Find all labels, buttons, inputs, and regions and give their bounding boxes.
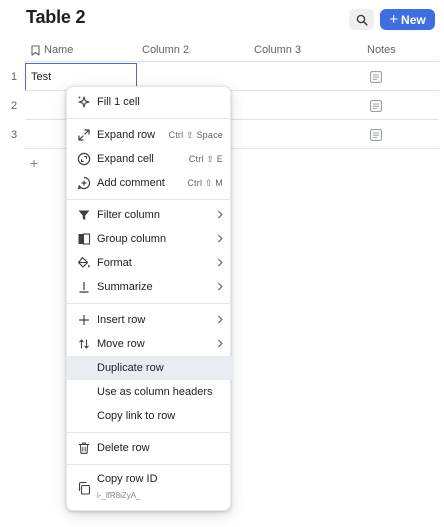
menu-item-group-column[interactable]: Group column [67,227,232,251]
menu-item-label: Fill 1 cell [97,96,140,108]
menu-item-use-as-column-headers[interactable]: Use as column headers [67,380,232,404]
chevron-right-icon [218,234,223,243]
menu-item-move-row[interactable]: Move row [67,332,232,356]
move-arrows-icon [77,337,91,351]
column-header-notes[interactable]: Notes [367,38,396,62]
menu-item-shortcut: Ctrl ⇧ M [187,177,223,188]
menu-item-label: Summarize [97,281,153,293]
chevron-right-icon [218,282,223,291]
menu-item-summarize[interactable]: Summarize [67,275,232,299]
menu-item-label: Use as column headers [97,386,213,398]
expand-arrows-icon [77,128,91,142]
notes-doc-icon[interactable] [370,100,382,112]
plus-icon: + [389,11,399,28]
menu-item-expand-cell[interactable]: Expand cell Ctrl ⇧ E [67,147,232,171]
row-number: 1 [11,71,18,83]
add-row-button[interactable]: + [30,155,38,171]
new-button[interactable]: + New [380,9,435,30]
menu-item-duplicate-row[interactable]: Duplicate row [67,356,232,380]
menu-item-label: Copy link to row [97,410,176,422]
search-icon [356,14,368,26]
summarize-icon [77,280,91,294]
menu-item-label: Expand row [97,129,156,141]
menu-item-label: Expand cell [97,153,154,165]
menu-item-label: Copy row ID [97,473,158,485]
search-button[interactable] [349,9,374,30]
new-button-label: New [401,12,426,27]
table-header: Name Column 2 Column 3 Notes [25,38,439,62]
menu-item-insert-row[interactable]: Insert row [67,308,232,332]
menu-divider [67,118,232,119]
row-id-value: i-_lfR8iZyA_ [97,491,141,500]
row-number: 2 [11,100,18,112]
menu-divider [67,432,232,433]
menu-item-label: Move row [97,338,145,350]
column-header-name[interactable]: Name [31,38,73,62]
menu-item-delete-row[interactable]: Delete row [67,436,232,460]
column-header-label: Column 3 [254,44,302,56]
row-number: 3 [11,129,18,141]
menu-item-label: Format [97,257,132,269]
menu-item-label: Delete row [97,442,150,454]
chevron-right-icon [218,258,223,267]
column-header-column-3[interactable]: Column 3 [254,38,301,62]
paint-bucket-icon [77,256,91,270]
filter-icon [77,208,91,222]
expand-cell-icon [77,152,91,166]
column-header-label: Name [44,44,74,56]
notes-doc-icon[interactable] [370,71,382,83]
notes-doc-icon[interactable] [370,129,382,141]
row-context-menu: Fill 1 cell Expand row Ctrl ⇧ Space Expa… [66,86,232,511]
page-title: Table 2 [26,7,86,27]
menu-item-label: Insert row [97,314,146,326]
menu-item-format[interactable]: Format [67,251,232,275]
copy-icon [77,481,91,495]
menu-item-label: Group column [97,233,167,245]
menu-item-label: Duplicate row [97,362,164,374]
add-comment-icon [77,176,91,190]
group-column-icon [77,232,91,246]
chevron-right-icon [218,210,223,219]
menu-item-expand-row[interactable]: Expand row Ctrl ⇧ Space [67,123,232,147]
chevron-right-icon [218,339,223,348]
menu-item-add-comment[interactable]: Add comment Ctrl ⇧ M [67,171,232,195]
menu-item-label: Filter column [97,209,160,221]
menu-item-fill-cell[interactable]: Fill 1 cell [67,90,232,114]
menu-divider [67,464,232,465]
sparkle-icon [77,95,91,109]
menu-item-shortcut: Ctrl ⇧ Space [168,129,223,140]
menu-item-filter-column[interactable]: Filter column [67,203,232,227]
menu-item-label: Add comment [97,177,165,189]
column-header-label: Notes [367,44,396,56]
bookmark-icon [31,44,40,56]
column-header-column-2[interactable]: Column 2 [142,38,189,62]
menu-item-shortcut: Ctrl ⇧ E [188,153,223,164]
menu-item-copy-link-to-row[interactable]: Copy link to row [67,404,232,428]
menu-divider [67,303,232,304]
trash-icon [77,441,91,455]
chevron-right-icon [218,315,223,324]
menu-divider [67,199,232,200]
menu-item-copy-row-id[interactable]: Copy row ID i-_lfR8iZyA_ [67,469,232,507]
column-header-label: Column 2 [142,44,190,56]
plus-icon [77,313,91,327]
